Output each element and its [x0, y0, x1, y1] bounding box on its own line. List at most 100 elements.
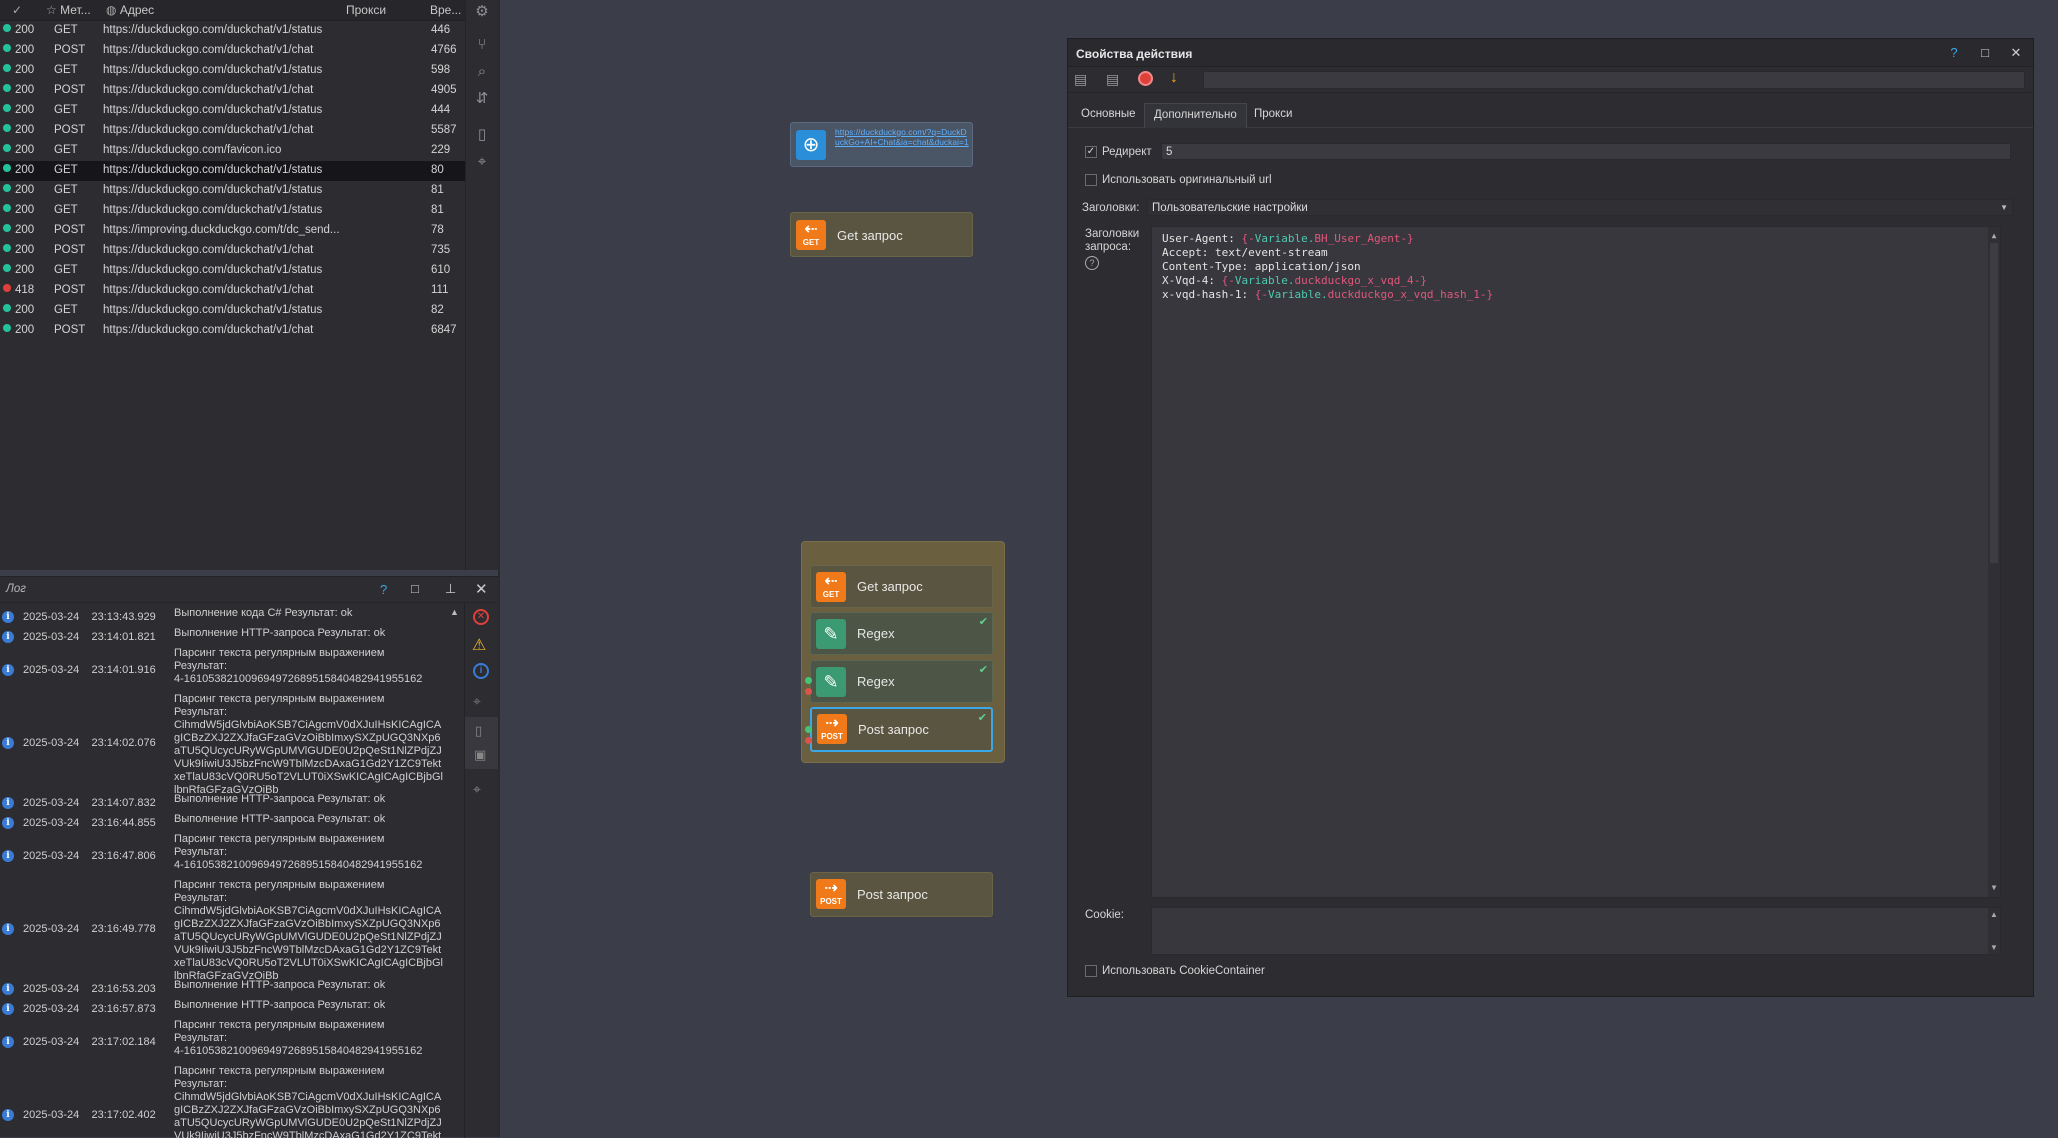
help-icon[interactable]: ?: [1085, 256, 1099, 270]
address-column-header[interactable]: ◍ Адрес: [106, 3, 154, 17]
action-name-input[interactable]: [1203, 71, 2025, 89]
method-cell: GET: [54, 144, 78, 156]
redirect-count-input[interactable]: 5: [1161, 143, 2011, 160]
editor-scrollbar[interactable]: ▲ ▼: [1988, 227, 2000, 897]
log-entry[interactable]: i 2025-03-24 23:14:02.076 Парсинг текста р…: [0, 693, 446, 796]
clipboard-icon[interactable]: ▯: [473, 126, 491, 144]
table-row[interactable]: 200 POST https://duckduckgo.com/duckchat/v…: [0, 81, 465, 101]
log-entry[interactable]: i 2025-03-24 23:16:47.806 Парсинг текста р…: [0, 833, 446, 879]
help-button[interactable]: ?: [1946, 45, 1962, 61]
url-cell: https://duckduckgo.com/duckchat/v1/chat: [103, 44, 314, 56]
method-column-header[interactable]: ☆ Мет...: [46, 3, 91, 17]
success-port-icon[interactable]: [805, 677, 812, 684]
method-cell: GET: [54, 24, 78, 36]
table-row[interactable]: 200 GET https://duckduckgo.com/duckchat/v1…: [0, 181, 465, 201]
cookie-input[interactable]: ▲ ▼: [1151, 907, 2001, 955]
scroll-up-icon[interactable]: ▲: [1988, 910, 2000, 919]
log-entry[interactable]: i 2025-03-24 23:16:57.873 Выполнение HTTP-…: [0, 999, 446, 1019]
error-port-icon[interactable]: [805, 737, 812, 744]
warning-filter-icon[interactable]: ⚠: [472, 635, 486, 655]
log-timestamp: 2025-03-24 23:16:53.203: [23, 982, 156, 995]
table-row[interactable]: 200 GET https://duckduckgo.com/duckchat/v1…: [0, 21, 465, 41]
cookie-container-checkbox[interactable]: [1085, 965, 1097, 977]
redirect-checkbox[interactable]: ✓: [1085, 146, 1097, 158]
edit-list-icon[interactable]: ▤: [1106, 71, 1119, 88]
get-request-node[interactable]: ⇠ GET Get запрос: [790, 212, 973, 257]
table-row[interactable]: 200 POST https://duckduckgo.com/duckchat/v…: [0, 41, 465, 61]
tab-proxy[interactable]: Прокси: [1245, 103, 1301, 128]
post-arrow-icon: ⇢ POST: [817, 714, 847, 744]
list-icon[interactable]: ▤: [1074, 71, 1087, 88]
table-row[interactable]: 200 POST https://improving.duckduckgo.com/…: [0, 221, 465, 241]
navigate-node[interactable]: ⊕ https://duckduckgo.com/?q=DuckDuckGo+A…: [790, 122, 973, 167]
table-row[interactable]: 200 GET https://duckduckgo.com/duckchat/v1…: [0, 201, 465, 221]
tab-main[interactable]: Основные: [1072, 103, 1145, 128]
table-row[interactable]: 200 POST https://duckduckgo.com/duckchat/v…: [0, 121, 465, 141]
group-get-node[interactable]: ⇠ GET Get запрос: [810, 565, 993, 608]
navigate-url[interactable]: https://duckduckgo.com/?q=DuckDuckGo+AI+…: [835, 127, 970, 147]
time-cell: 5587: [431, 124, 457, 136]
cookie-scrollbar[interactable]: ▲ ▼: [1988, 908, 2000, 954]
record-icon[interactable]: [1138, 71, 1153, 86]
success-port-icon[interactable]: [805, 726, 812, 733]
error-port-icon[interactable]: [805, 688, 812, 695]
tag-icon[interactable]: ⌖: [473, 153, 491, 171]
settings-icon[interactable]: ⚙: [473, 3, 491, 21]
table-row[interactable]: 200 GET https://duckduckgo.com/duckchat/v1…: [0, 61, 465, 81]
log-entry[interactable]: i 2025-03-24 23:16:53.203 Выполнение HTTP-…: [0, 979, 446, 999]
table-row[interactable]: 418 POST https://duckduckgo.com/duckchat/v…: [0, 281, 465, 301]
tab-additional[interactable]: Дополнительно: [1144, 103, 1247, 128]
maximize-button[interactable]: □: [1977, 45, 1993, 61]
table-row[interactable]: 200 GET https://duckduckgo.com/duckchat/v1…: [0, 161, 465, 181]
help-icon[interactable]: ?: [380, 582, 387, 597]
log-entry[interactable]: i 2025-03-24 23:16:49.778 Парсинг текста р…: [0, 879, 446, 982]
log-entry[interactable]: i 2025-03-24 23:14:01.916 Парсинг текста р…: [0, 647, 446, 693]
log-entry[interactable]: i 2025-03-24 23:14:07.832 Выполнение HTTP-…: [0, 793, 446, 813]
node-label: Get запрос: [857, 579, 923, 594]
pin-icon[interactable]: ⊥: [445, 581, 456, 597]
log-scroll-up-icon[interactable]: ▲: [450, 607, 459, 617]
log-entry[interactable]: i 2025-03-24 23:14:01.821 Выполнение HTTP-…: [0, 627, 446, 647]
maximize-icon[interactable]: □: [411, 581, 419, 596]
method-cell: POST: [54, 44, 86, 56]
status-column-header[interactable]: ✓: [12, 3, 22, 17]
log-entry[interactable]: i 2025-03-24 23:13:43.929 Выполнение кода …: [0, 607, 446, 627]
search-icon[interactable]: ⌕: [473, 63, 491, 81]
close-button[interactable]: ✕: [2008, 45, 2024, 61]
table-row[interactable]: 200 POST https://duckduckgo.com/duckchat/v…: [0, 241, 465, 261]
status-dot-icon: [3, 124, 11, 132]
headers-select[interactable]: Пользовательские настройки ▼: [1147, 199, 2013, 216]
regex-node-1[interactable]: ✎ Regex ✔: [810, 612, 993, 655]
post-request-node[interactable]: ⇢ POST Post запрос: [810, 872, 993, 917]
info-filter-icon[interactable]: i: [473, 663, 489, 679]
log-entry[interactable]: i 2025-03-24 23:17:02.402 Парсинг текста р…: [0, 1065, 446, 1138]
regex-node-2[interactable]: ✎ Regex ✔: [810, 660, 993, 703]
time-column-header[interactable]: Вре...: [430, 3, 461, 17]
original-url-checkbox[interactable]: [1085, 174, 1097, 186]
scrollbar-thumb[interactable]: [1990, 243, 1998, 563]
sort-icon[interactable]: ⇵: [473, 90, 491, 108]
table-row[interactable]: 200 GET https://duckduckgo.com/favicon.ico…: [0, 141, 465, 161]
proxy-column-header[interactable]: Прокси: [346, 3, 386, 17]
error-filter-icon[interactable]: ✕: [473, 609, 489, 625]
tag-filter-icon[interactable]: ⌖: [473, 693, 481, 710]
table-row[interactable]: 200 GET https://duckduckgo.com/duckchat/v1…: [0, 261, 465, 281]
log-entry[interactable]: i 2025-03-24 23:16:44.855 Выполнение HTTP-…: [0, 813, 446, 833]
log-timestamp: 2025-03-24 23:16:49.778: [23, 922, 156, 935]
scroll-down-icon[interactable]: ▼: [1988, 881, 2000, 895]
branch-icon[interactable]: ⑂: [473, 36, 491, 54]
close-icon[interactable]: ✕: [475, 580, 488, 598]
image-icon[interactable]: ▣: [474, 747, 486, 763]
document-icon[interactable]: ▯: [475, 723, 482, 739]
table-row[interactable]: 200 GET https://duckduckgo.com/duckchat/v1…: [0, 101, 465, 121]
table-row[interactable]: 200 GET https://duckduckgo.com/duckchat/v1…: [0, 301, 465, 321]
log-entry[interactable]: i 2025-03-24 23:17:02.184 Парсинг текста р…: [0, 1019, 446, 1065]
success-check-icon: ✔: [977, 712, 987, 724]
table-row[interactable]: 200 POST https://duckduckgo.com/duckchat/v…: [0, 321, 465, 341]
group-post-node[interactable]: ⇢ POST Post запрос ✔: [810, 707, 993, 752]
scroll-up-icon[interactable]: ▲: [1988, 229, 2000, 243]
request-headers-editor[interactable]: User-Agent: {-Variable.BH_User_Agent-} Ac…: [1151, 226, 2001, 898]
scroll-down-icon[interactable]: ▼: [1988, 943, 2000, 952]
clear-icon[interactable]: ⌖: [473, 781, 481, 798]
download-arrow-icon[interactable]: ↓: [1170, 69, 1178, 87]
